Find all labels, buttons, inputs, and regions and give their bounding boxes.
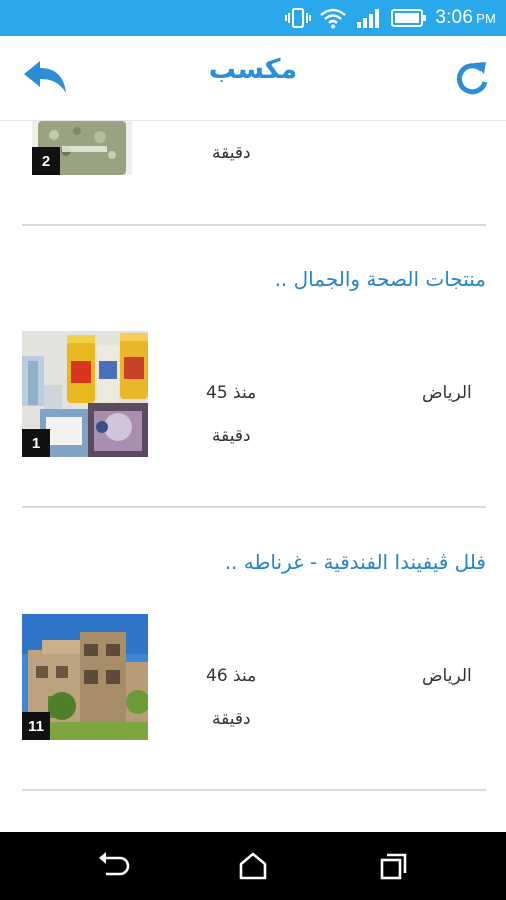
divider (22, 789, 486, 791)
listing-city: الرياض (422, 383, 472, 403)
listing-thumbnail[interactable]: 11 (22, 614, 148, 740)
photo-count-badge: 11 (22, 712, 50, 740)
status-time-value: 3:06 (435, 7, 474, 28)
listing-thumbnail[interactable]: 1 (22, 331, 148, 457)
app-title: مكسب (208, 54, 298, 85)
divider (22, 224, 486, 226)
divider (22, 506, 486, 508)
nav-home-button[interactable] (236, 849, 270, 883)
refresh-button[interactable] (452, 58, 490, 98)
listing-time-unit: دقيقة (212, 426, 251, 446)
signal-icon (357, 9, 380, 28)
listing-time-unit: دقيقة (212, 709, 251, 729)
listing-city: الرياض (422, 666, 472, 686)
nav-back-button[interactable] (96, 849, 130, 883)
photo-count-badge: 2 (32, 147, 60, 175)
nav-recents-button[interactable] (376, 849, 410, 883)
status-time: 3:06 PM (435, 7, 496, 29)
listing-time-ago: منذ 45 (206, 383, 257, 403)
nav-back-icon (99, 852, 130, 876)
status-bar: 3:06 PM (0, 0, 506, 36)
wifi-icon (320, 8, 347, 29)
refresh-icon (456, 62, 488, 95)
nav-recents-icon (380, 853, 407, 880)
app-bar: مكسب (0, 36, 506, 121)
listing-time-unit: دقيقة (212, 143, 251, 163)
listing-title[interactable]: منتجات الصحة والجمال .. (275, 267, 486, 291)
listing-time-ago: منذ 46 (206, 666, 257, 686)
system-nav-bar (0, 832, 506, 900)
listing-title[interactable]: فلل ڤيفيندا الفندقية - غرناطه .. (225, 550, 486, 574)
listing-feed[interactable]: 2 دقيقة منتجات الصحة والجمال .. 1 الرياض… (0, 121, 506, 832)
status-time-ampm: PM (476, 11, 496, 26)
status-icons: 3:06 PM (285, 0, 496, 36)
nav-home-icon (239, 852, 267, 880)
listing-thumbnail[interactable]: 2 (32, 121, 132, 175)
battery-icon (391, 9, 427, 27)
vibrate-icon (285, 8, 312, 28)
photo-count-badge: 1 (22, 429, 50, 457)
